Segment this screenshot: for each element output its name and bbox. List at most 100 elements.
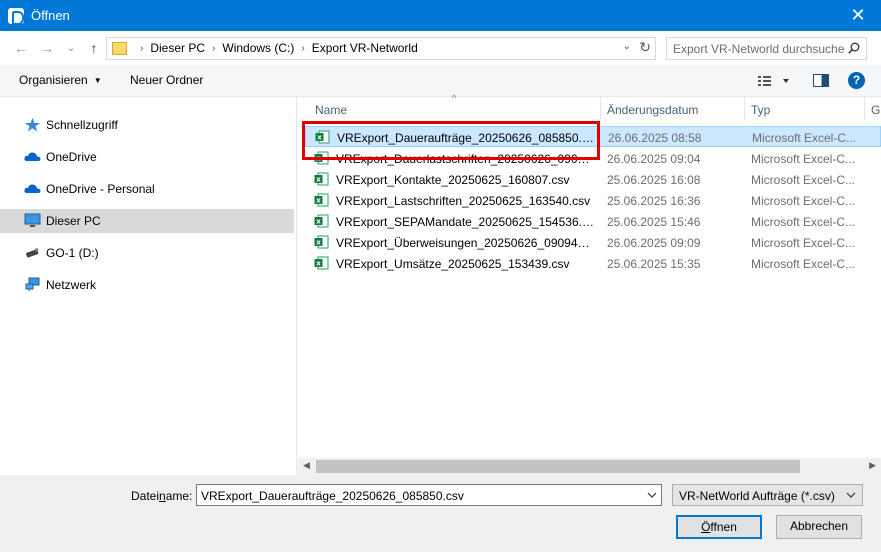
scroll-right-icon[interactable]: ▶ (869, 460, 876, 471)
navigation-pane: Schnellzugriff OneDrive OneDrive - Perso… (0, 97, 297, 475)
svg-text:x: x (316, 218, 321, 226)
window-title: Öffnen (31, 8, 70, 23)
help-icon[interactable]: ? (848, 72, 865, 89)
breadcrumb-item-export-folder[interactable]: Export VR-Networld (312, 41, 418, 55)
excel-csv-icon: x (314, 214, 329, 228)
file-type-filter-select[interactable]: VR-NetWorld Aufträge (*.csv) (672, 484, 863, 506)
address-bar[interactable]: › Dieser PC › Windows (C:) › Export VR-N… (106, 37, 656, 60)
star-icon (25, 118, 40, 132)
view-options-icon[interactable] (757, 73, 791, 89)
file-row[interactable]: x VRExport_Überweisungen_20250626_090942… (305, 232, 881, 253)
search-icon (848, 42, 860, 54)
column-header-label: Änderungsdatum (607, 103, 699, 117)
breadcrumb-item-windows-c[interactable]: Windows (C:) (222, 41, 294, 55)
search-placeholder: Export VR-Networld durchsuchen (673, 42, 845, 56)
column-header-label: G (871, 103, 881, 117)
forward-button[interactable]: → (38, 39, 56, 57)
breadcrumb-separator[interactable]: › (140, 43, 143, 54)
close-icon: ✕ (850, 5, 866, 25)
file-date: 25.06.2025 16:36 (607, 194, 701, 208)
sidebar-item-label: OneDrive (46, 150, 97, 164)
filename-label: Dateiname: (131, 489, 192, 503)
sidebar-item-label: Schnellzugriff (46, 118, 118, 132)
column-header-label: Name (315, 103, 348, 117)
back-button[interactable]: ← (12, 39, 30, 57)
file-date: 25.06.2025 15:46 (607, 215, 701, 229)
organize-menu-button[interactable]: Organisieren ▼ (19, 73, 102, 87)
column-header-modified[interactable]: Änderungsdatum (601, 97, 745, 121)
file-row[interactable]: x VRExport_Kontakte_20250625_160807.csv … (305, 169, 881, 190)
column-header-size[interactable]: G (865, 97, 881, 121)
sidebar-item-label: Dieser PC (46, 214, 101, 228)
file-row[interactable]: x VRExport_SEPAMandate_20250625_154536.c… (305, 211, 881, 232)
column-header-type[interactable]: Typ (745, 97, 865, 121)
file-date: 26.06.2025 08:58 (608, 131, 702, 145)
breadcrumb-item-this-pc[interactable]: Dieser PC (150, 41, 205, 55)
file-type: Microsoft Excel-C... (751, 257, 856, 271)
file-name: VRExport_SEPAMandate_20250625_154536.csv (336, 215, 594, 229)
horizontal-scrollbar[interactable]: ◀ ▶ (298, 458, 881, 475)
open-label: ffnen (710, 520, 737, 534)
sidebar-item-this-pc[interactable]: Dieser PC (0, 209, 294, 233)
scroll-left-icon[interactable]: ◀ (303, 460, 310, 471)
file-date: 25.06.2025 15:35 (607, 257, 701, 271)
arrow-right-icon: → (40, 40, 54, 56)
sidebar-item-label: OneDrive - Personal (46, 182, 155, 196)
file-type: Microsoft Excel-C... (751, 215, 856, 229)
close-button[interactable]: ✕ (835, 0, 881, 31)
file-date: 26.06.2025 09:04 (607, 152, 701, 166)
breadcrumb: › Dieser PC › Windows (C:) › Export VR-N… (133, 41, 418, 55)
chevron-down-icon: ⌄ (66, 42, 76, 54)
file-name: VRExport_Lastschriften_20250625_163540.c… (336, 194, 591, 208)
address-dropdown-icon[interactable]: ⌄ (623, 41, 631, 52)
command-toolbar: Organisieren ▼ Neuer Ordner ? (0, 65, 881, 97)
filename-label-part: ame: (165, 489, 193, 503)
recent-locations-button[interactable]: ⌄ (62, 39, 80, 57)
open-button[interactable]: Öffnen (676, 515, 762, 539)
breadcrumb-separator[interactable]: › (212, 43, 215, 54)
breadcrumb-separator[interactable]: › (301, 43, 304, 54)
new-folder-button[interactable]: Neuer Ordner (130, 73, 203, 87)
sidebar-item-quick-access[interactable]: Schnellzugriff (0, 113, 294, 137)
sidebar-item-network[interactable]: Netzwerk (0, 273, 294, 297)
preview-pane-icon[interactable] (813, 74, 829, 87)
refresh-icon[interactable]: ↻ (639, 39, 651, 56)
sidebar-item-go1-drive[interactable]: GO-1 (D:) (0, 241, 294, 265)
cancel-button[interactable]: Abbrechen (776, 515, 862, 539)
filename-value: VRExport_Daueraufträge_20250626_085850.c… (201, 489, 464, 503)
file-row[interactable]: x VRExport_Umsätze_20250625_153439.csv 2… (305, 253, 881, 274)
search-input[interactable]: Export VR-Networld durchsuchen (666, 37, 867, 60)
file-name: VRExport_Umsätze_20250625_153439.csv (336, 257, 570, 271)
sidebar-item-label: Netzwerk (46, 278, 97, 292)
excel-csv-icon: x (314, 193, 329, 207)
svg-text:x: x (316, 197, 321, 205)
column-header-name[interactable]: Name (305, 97, 601, 121)
filename-label-accel: n (159, 489, 166, 503)
file-date: 26.06.2025 09:09 (607, 236, 701, 250)
chevron-down-icon[interactable] (647, 490, 657, 500)
file-name: VRExport_Überweisungen_20250626_090942.c… (336, 236, 594, 250)
file-type: Microsoft Excel-C... (751, 152, 856, 166)
dialog-app-icon (8, 8, 24, 25)
computer-icon (24, 213, 41, 227)
sidebar-item-onedrive-personal[interactable]: OneDrive - Personal (0, 177, 294, 201)
file-row[interactable]: x VRExport_Lastschriften_20250625_163540… (305, 190, 881, 211)
up-button[interactable]: ↑ (85, 39, 103, 57)
title-bar: Öffnen ✕ (0, 0, 881, 31)
usb-drive-icon (25, 247, 39, 258)
excel-csv-icon: x (314, 256, 329, 270)
file-type: Microsoft Excel-C... (751, 173, 856, 187)
dialog-footer: Dateiname: VRExport_Daueraufträge_202506… (0, 475, 881, 552)
chevron-down-icon (846, 492, 856, 498)
arrow-up-icon: ↑ (90, 40, 98, 56)
navigation-bar: ← → ⌄ ↑ › Dieser PC › Windows (C:) › Exp… (0, 31, 881, 65)
filter-value: VR-NetWorld Aufträge (*.csv) (679, 489, 835, 503)
sidebar-item-onedrive[interactable]: OneDrive (0, 145, 294, 169)
filename-input[interactable]: VRExport_Daueraufträge_20250626_085850.c… (196, 484, 662, 506)
cloud-icon (24, 152, 41, 161)
scrollbar-thumb[interactable] (316, 460, 800, 473)
arrow-left-icon: ← (14, 40, 28, 56)
svg-text:x: x (316, 176, 321, 184)
svg-text:x: x (316, 239, 321, 247)
excel-csv-icon: x (314, 235, 329, 249)
